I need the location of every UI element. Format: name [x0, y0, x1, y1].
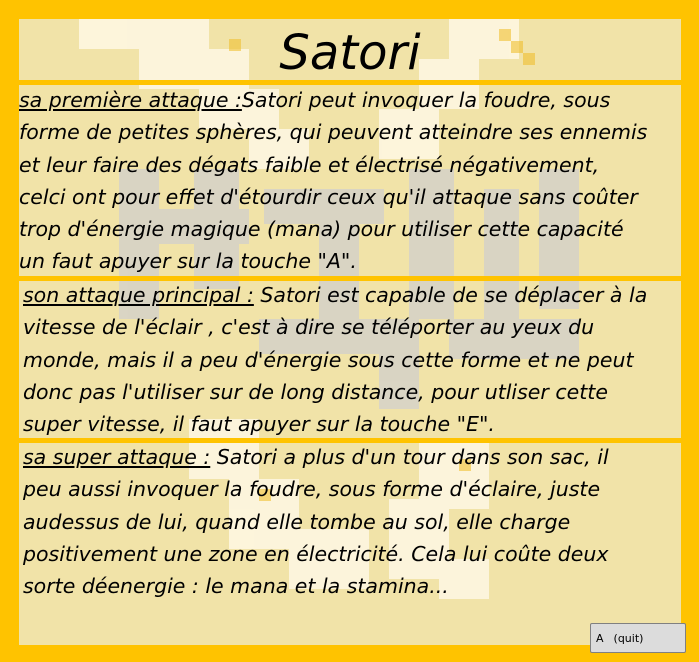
section-label: sa première attaque : — [19, 88, 242, 112]
section-line: peu aussi invoquer la foudre, sous forme… — [23, 477, 601, 502]
info-panel: Satori sa première attaque :Satori peut … — [19, 19, 681, 645]
section-line: positivement une zone en électricité. Ce… — [23, 541, 609, 566]
section-line: sa super attaque : Satori a plus d'un to… — [23, 445, 609, 469]
section-line: sa première attaque :Satori peut invoque… — [19, 88, 611, 112]
section-line: donc pas l'utiliser sur de long distance… — [23, 379, 608, 404]
quit-label: (quit) — [613, 631, 644, 645]
section-line: et leur faire des dégats faible et élect… — [19, 152, 600, 177]
section-line: audessus de lui, quand elle tombe au sol… — [23, 509, 571, 534]
section-label: son attaque principal : — [23, 283, 254, 307]
section-super-attack: sa super attaque : Satori a plus d'un to… — [19, 441, 681, 602]
section-first-attack: sa première attaque :Satori peut invoque… — [19, 84, 681, 278]
section-line: son attaque principal : Satori est capab… — [23, 283, 648, 307]
section-line: vitesse de l'éclair , c'est à dire se té… — [23, 315, 595, 340]
section-label: sa super attaque : — [23, 445, 211, 469]
section-line: super vitesse, il faut apuyer sur la tou… — [23, 412, 495, 437]
quit-button[interactable]: A (quit) — [590, 623, 686, 653]
section-line: forme de petites sphères, qui peuvent at… — [19, 120, 648, 145]
section-line: un faut apuyer sur la touche "A". — [19, 249, 357, 274]
section-line: celci ont pour effet d'étourdir ceux qu'… — [19, 184, 638, 209]
section-line: trop d'énergie magique (mana) pour utili… — [19, 217, 624, 242]
section-line: sorte déenergie : le mana et la stamina.… — [23, 574, 449, 599]
section-line: monde, mais il a peu d'énergie sous cett… — [23, 347, 634, 372]
quit-key: A — [596, 631, 604, 645]
section-main-attack: son attaque principal : Satori est capab… — [19, 279, 681, 440]
page-title: Satori — [279, 25, 421, 81]
